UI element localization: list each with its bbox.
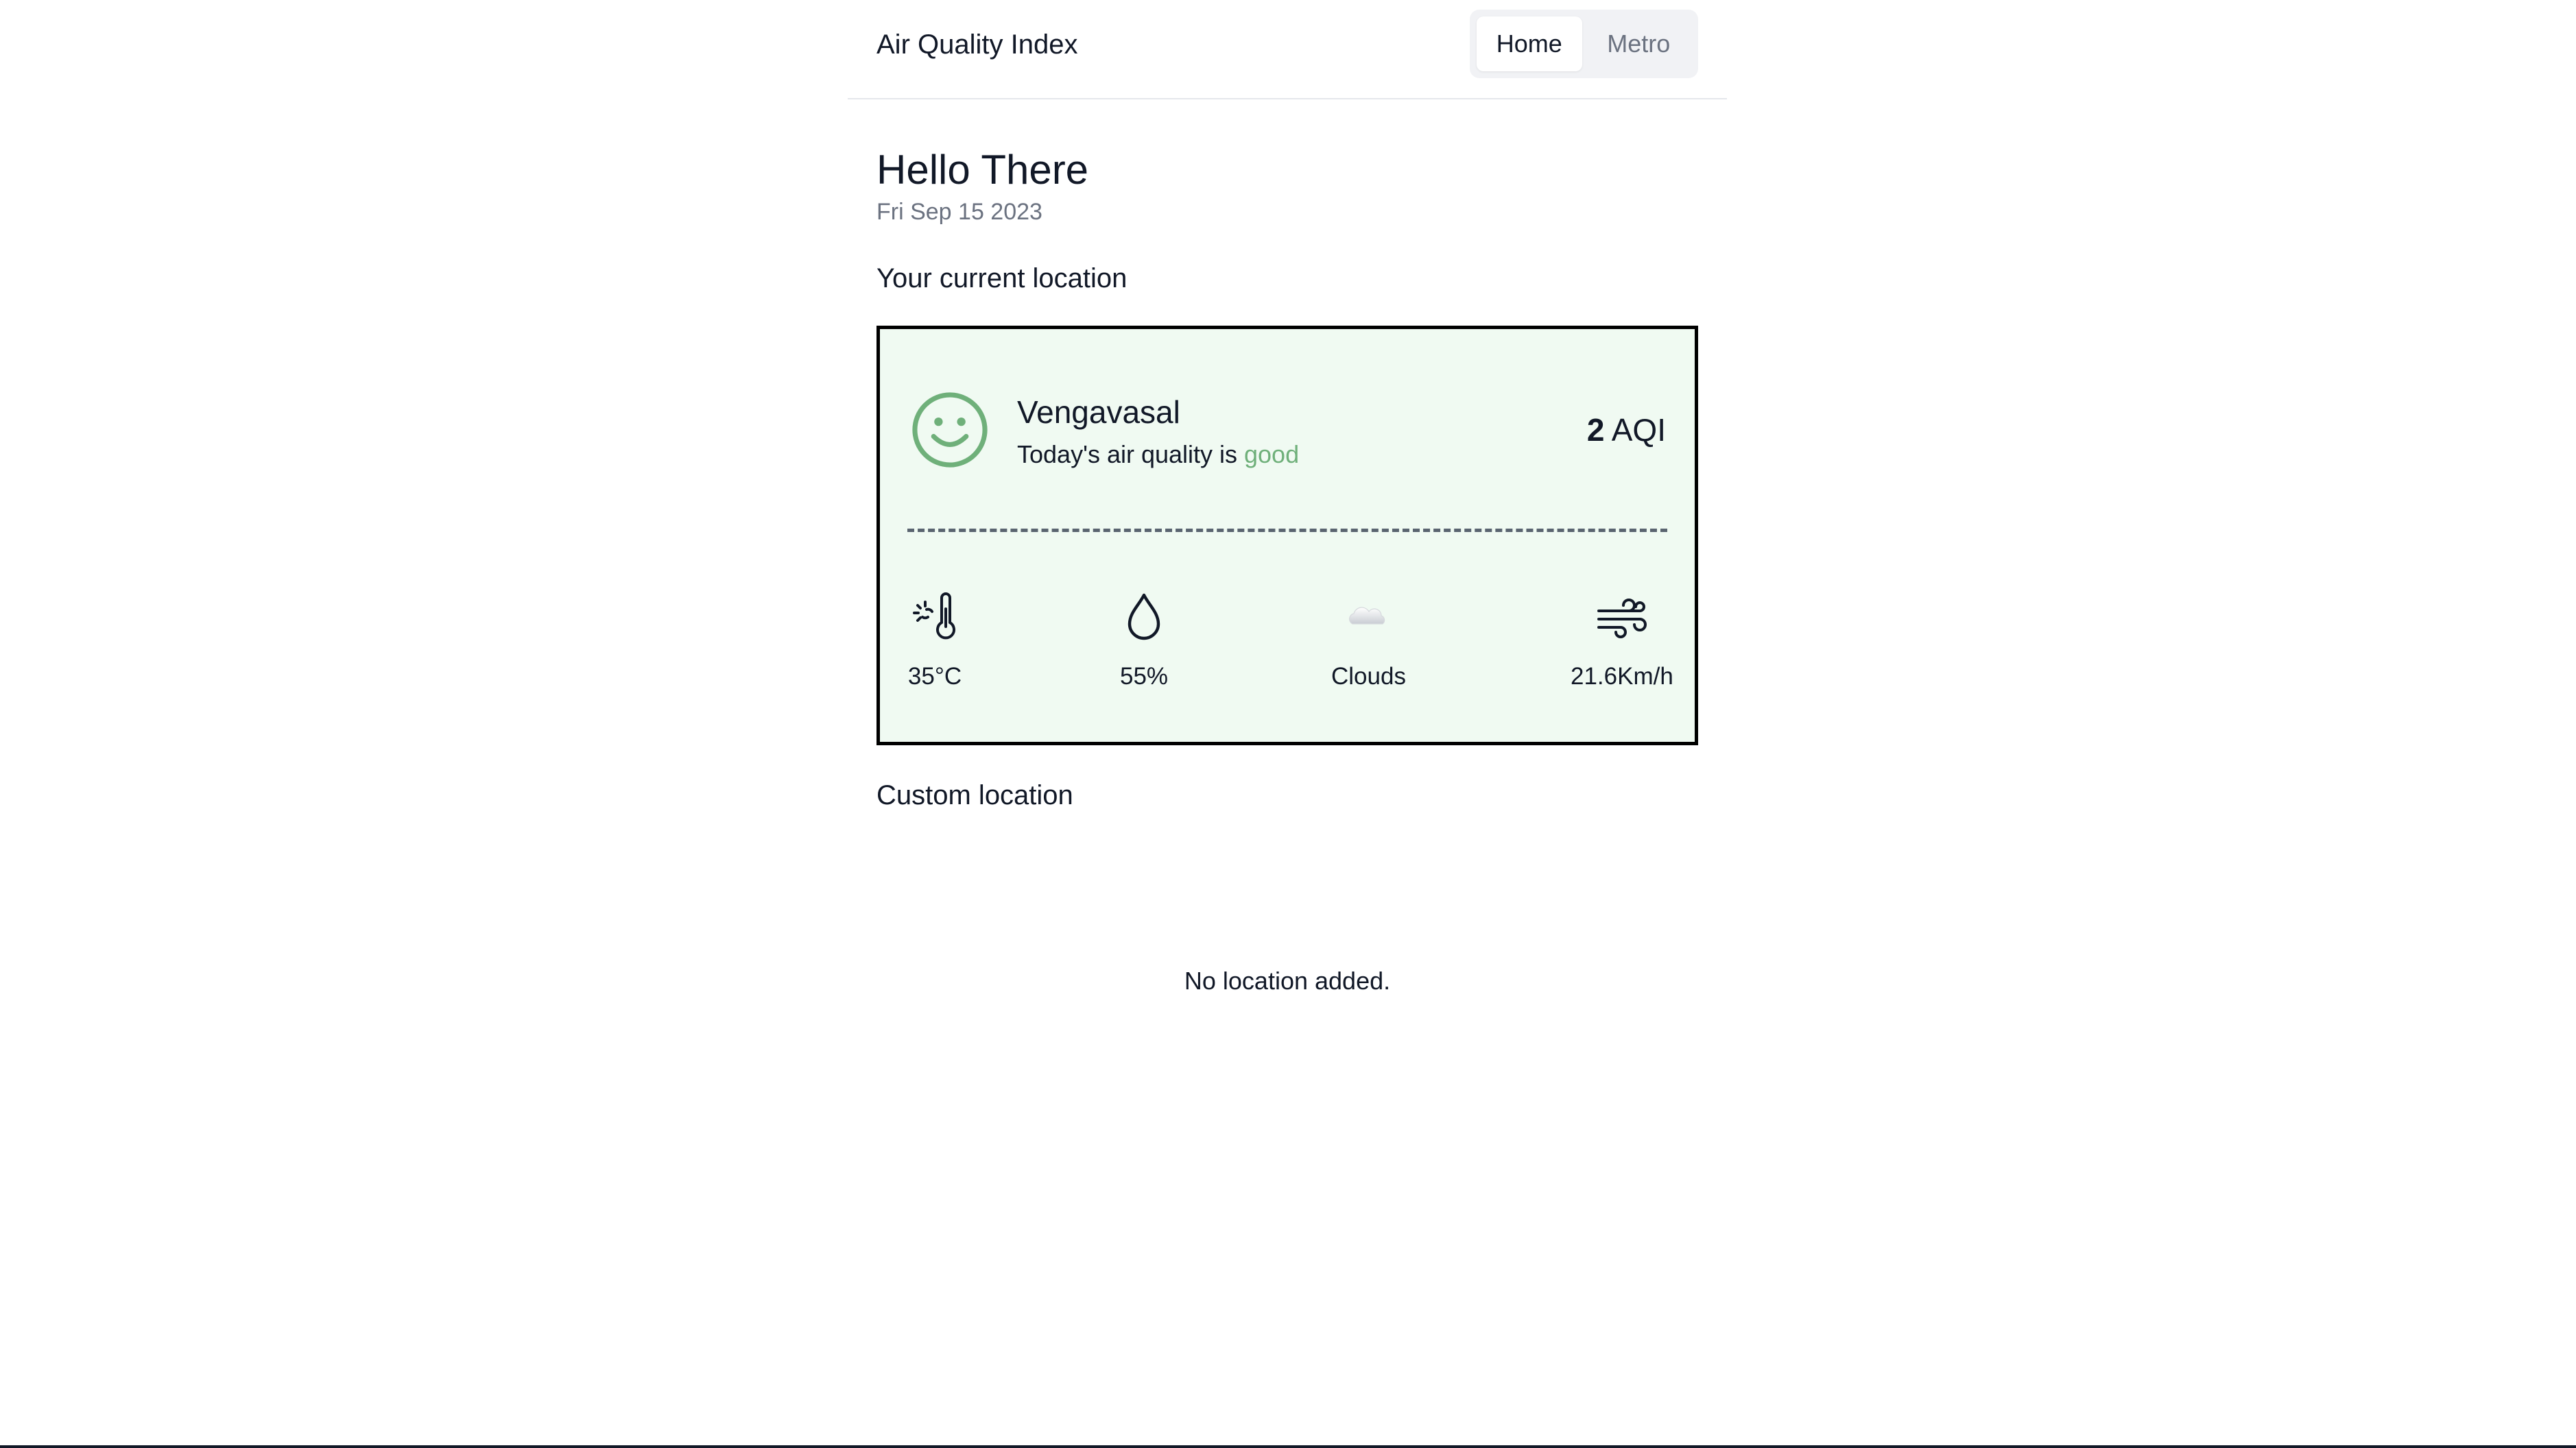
sky-condition-value: Clouds xyxy=(1331,663,1406,690)
app-container: Air Quality Index Home Metro Hello There… xyxy=(848,0,1727,995)
aqi-readout: 2 AQI xyxy=(1587,411,1666,448)
temperature-value: 35°C xyxy=(907,663,962,690)
air-quality-sentence: Today's air quality is good xyxy=(1017,440,1299,469)
air-quality-prefix: Today's air quality is xyxy=(1017,440,1245,468)
sky-condition-stat: Clouds xyxy=(1331,586,1406,690)
current-location-card[interactable]: Vengavasal Today's air quality is good 2… xyxy=(876,326,1698,745)
top-navbar: Air Quality Index Home Metro xyxy=(848,0,1727,99)
aqi-value: 2 xyxy=(1586,412,1605,448)
tab-metro[interactable]: Metro xyxy=(1586,16,1692,71)
current-location-heading: Your current location xyxy=(876,263,1128,293)
sun-thermometer-icon xyxy=(907,586,962,648)
air-quality-rating: good xyxy=(1244,440,1300,468)
app-title: Air Quality Index xyxy=(876,29,1078,60)
empty-locations-message: No location added. xyxy=(1184,967,1391,995)
wind-stat: 21.6Km/h xyxy=(1571,586,1673,690)
custom-location-heading: Custom location xyxy=(876,780,1073,810)
current-date: Fri Sep 15 2023 xyxy=(876,199,1042,225)
location-name: Vengavasal xyxy=(1017,394,1180,430)
cloud-icon xyxy=(1344,586,1392,648)
wind-speed-value: 21.6Km/h xyxy=(1571,663,1673,690)
wind-icon xyxy=(1595,586,1649,648)
card-divider xyxy=(907,529,1667,532)
nav-tabs: Home Metro xyxy=(1470,10,1698,78)
temperature-stat: 35°C xyxy=(907,586,962,690)
humidity-stat: 55% xyxy=(1120,586,1168,690)
greeting-title: Hello There xyxy=(876,147,1089,193)
aqi-unit: AQI xyxy=(1611,412,1666,448)
bottom-border xyxy=(0,1445,2576,1448)
humidity-value: 55% xyxy=(1120,663,1169,690)
smiley-icon xyxy=(912,392,988,468)
water-drop-icon xyxy=(1123,586,1165,648)
tab-home[interactable]: Home xyxy=(1477,16,1582,71)
